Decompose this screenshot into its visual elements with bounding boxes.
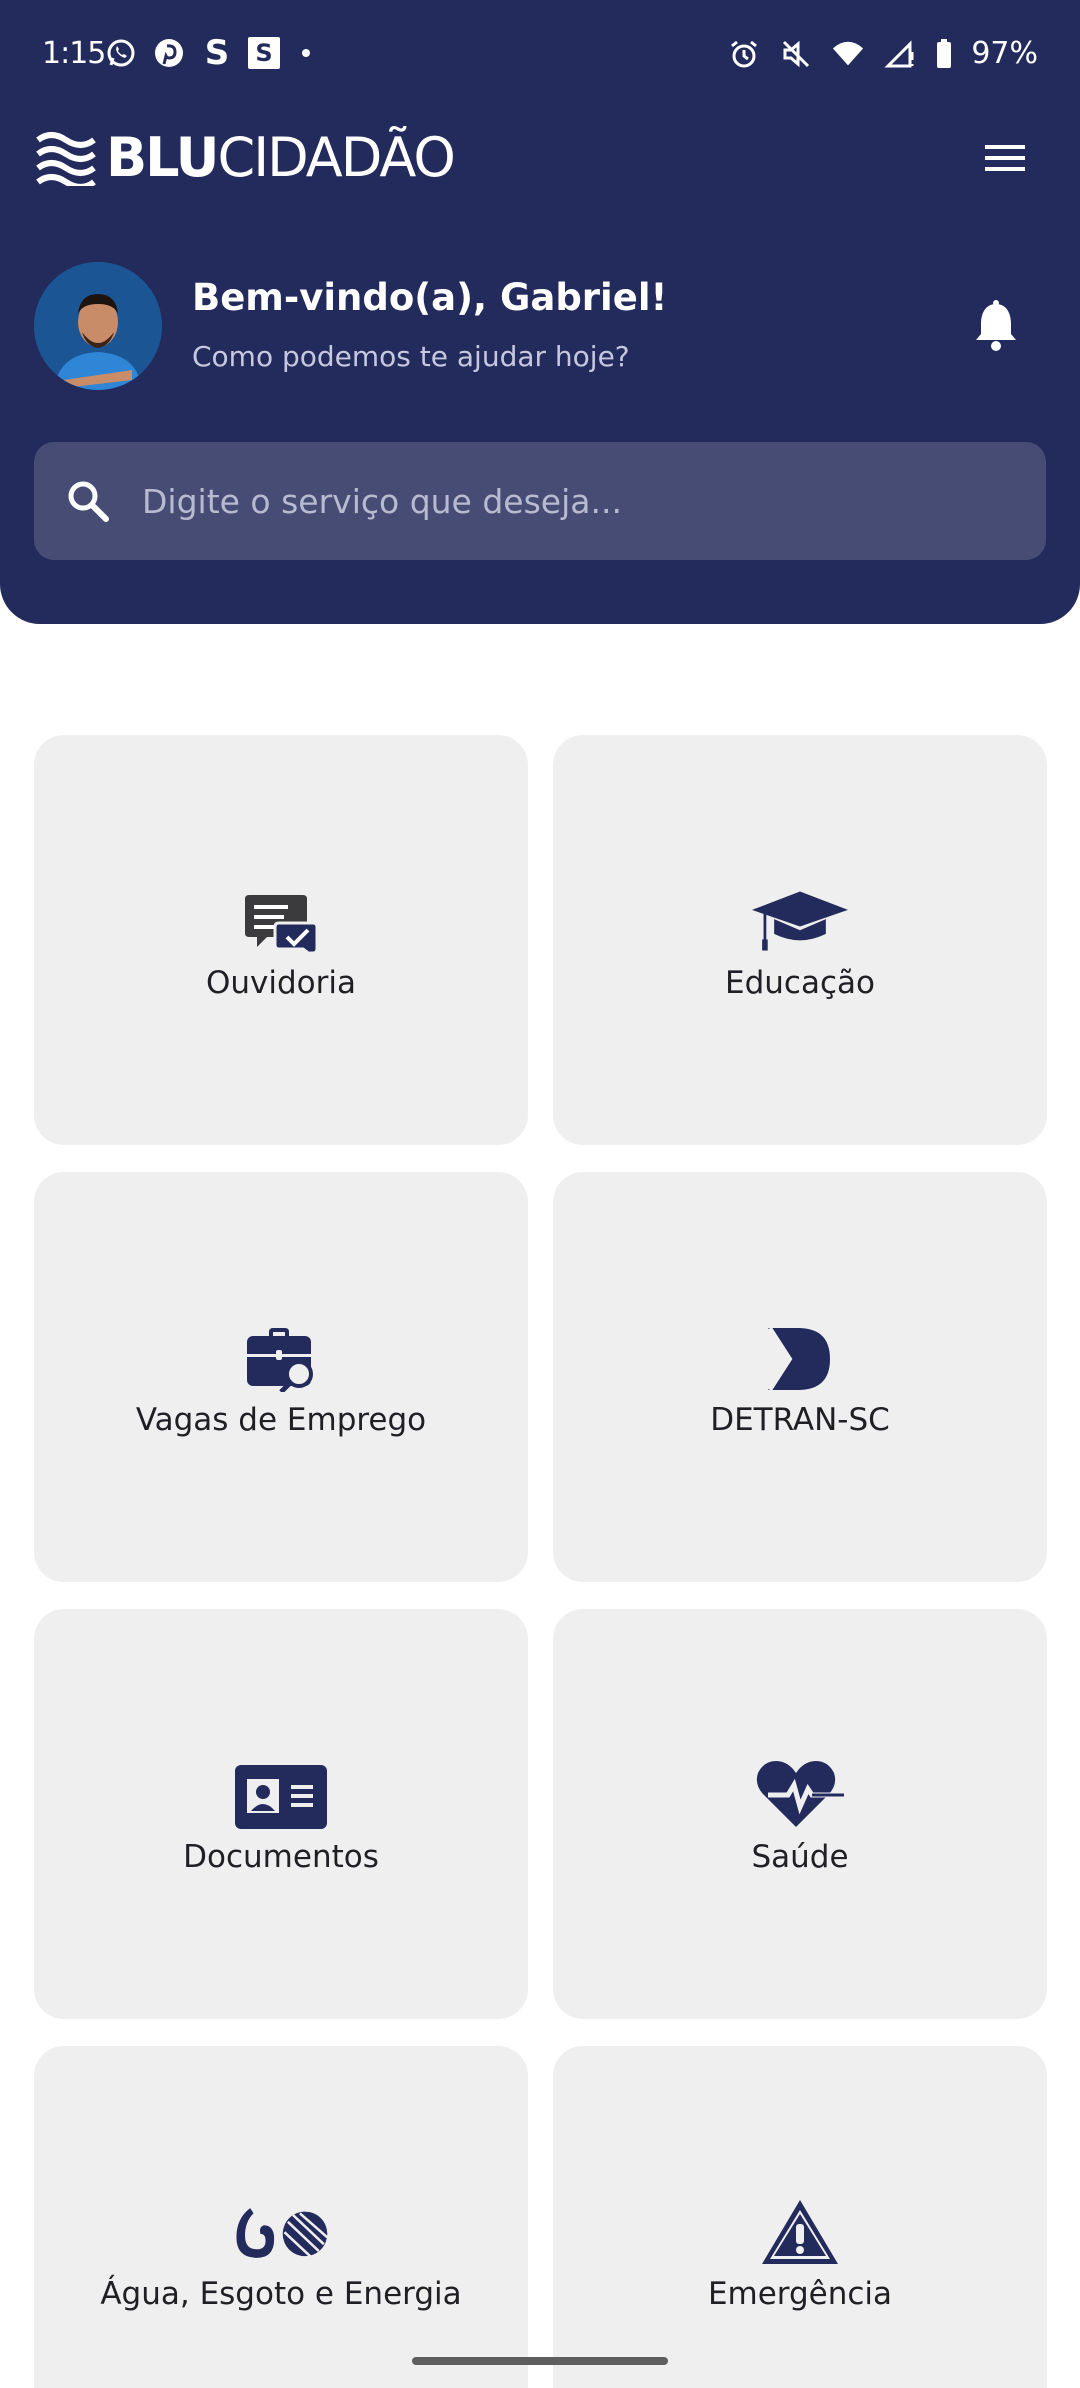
wifi-icon — [831, 37, 865, 71]
search-icon — [68, 481, 109, 522]
service-label: Ouvidoria — [205, 965, 356, 1001]
signal-icon — [883, 37, 917, 71]
search-bar[interactable] — [34, 442, 1046, 560]
service-tile-agua-esgoto-energia[interactable]: Água, Esgoto e Energia — [34, 2046, 528, 2388]
heart-pulse-icon — [752, 1753, 848, 1829]
service-tile-detran-sc[interactable]: DETRAN-SC — [553, 1172, 1047, 1582]
notification-icons: S S — [104, 33, 310, 73]
s-box-app-icon: S — [248, 37, 280, 69]
waves-icon — [36, 131, 96, 186]
menu-button[interactable] — [970, 136, 1040, 180]
service-tile-documentos[interactable]: Documentos — [34, 1609, 528, 2019]
chat-check-icon — [233, 879, 329, 955]
blucidadao-logo: BLUCIDADÃO — [36, 126, 456, 189]
system-icons: 97% — [727, 36, 1038, 71]
bell-icon — [976, 300, 1016, 351]
logo-text-thin: CIDADÃO — [217, 126, 456, 189]
status-bar: 1:15 S S 97% — [0, 0, 1080, 110]
avatar[interactable] — [34, 262, 162, 390]
service-label: Documentos — [183, 1839, 379, 1875]
user-photo — [34, 262, 162, 390]
home-indicator[interactable] — [412, 2357, 668, 2365]
mute-icon — [779, 37, 813, 71]
service-tile-saude[interactable]: Saúde — [553, 1609, 1047, 2019]
notifications-button[interactable] — [972, 300, 1020, 352]
detran-logo-icon — [752, 1316, 848, 1392]
service-tile-vagas-de-emprego[interactable]: Vagas de Emprego — [34, 1172, 528, 1582]
service-label: Emergência — [707, 2276, 893, 2312]
graduation-cap-icon — [752, 879, 848, 955]
service-label: Saúde — [751, 1839, 849, 1875]
welcome-title: Bem-vindo(a), Gabriel! — [192, 276, 668, 319]
service-label: DETRAN-SC — [710, 1402, 890, 1438]
battery-level: 97% — [971, 36, 1038, 71]
service-tile-ouvidoria[interactable]: Ouvidoria — [34, 735, 528, 1145]
s-app-icon: S — [204, 33, 230, 73]
briefcase-search-icon — [233, 1316, 329, 1392]
welcome-subtitle: Como podemos te ajudar hoje? — [192, 340, 630, 373]
service-label: Vagas de Emprego — [135, 1402, 427, 1438]
hamburger-menu-icon — [985, 145, 1025, 171]
status-time: 1:15 — [42, 36, 106, 71]
logo-text-bold: BLU — [106, 126, 219, 189]
whatsapp-icon — [104, 36, 138, 70]
battery-icon — [935, 37, 953, 71]
pinterest-icon — [152, 36, 186, 70]
id-card-icon — [233, 1753, 329, 1829]
more-notifications-dot — [302, 49, 310, 57]
search-input[interactable] — [142, 471, 1002, 531]
service-tile-emergencia[interactable]: Emergência — [553, 2046, 1047, 2388]
alarm-icon — [727, 37, 761, 71]
service-tile-educacao[interactable]: Educação — [553, 735, 1047, 1145]
water-energy-icon — [233, 2190, 329, 2266]
service-label: Água, Esgoto e Energia — [100, 2276, 462, 2312]
service-label: Educação — [725, 965, 875, 1001]
app-header: 1:15 S S 97% BLUCIDADÃO Bem-vindo(a), Ga… — [0, 0, 1080, 624]
warning-triangle-icon — [752, 2190, 848, 2266]
